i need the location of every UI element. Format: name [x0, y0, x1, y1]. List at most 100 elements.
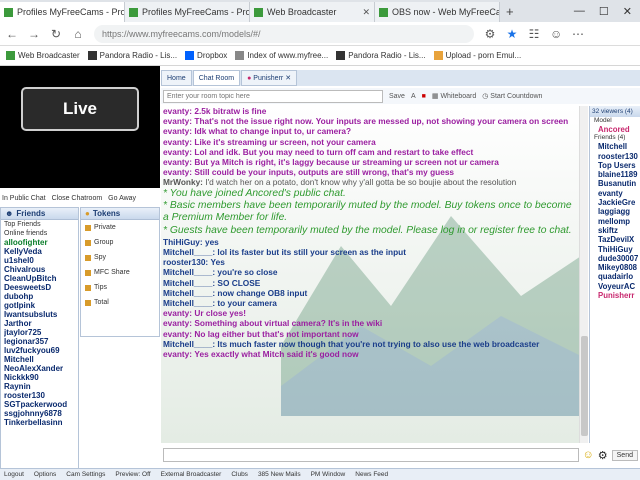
friend-item[interactable]: KellyVeda	[4, 247, 78, 256]
chat-username[interactable]: Mitchell____:	[163, 247, 215, 257]
close-icon[interactable]: ✕	[358, 7, 370, 18]
chat-username[interactable]: Mitchell____:	[163, 288, 215, 298]
friend-item[interactable]: dubohp	[4, 292, 78, 301]
menu-icon[interactable]: ⋯	[572, 27, 584, 41]
extension-icon[interactable]: ⚙	[484, 27, 496, 41]
friends-group-top[interactable]: Top Friends	[4, 220, 78, 229]
friend-item[interactable]: Mitchell	[4, 355, 78, 364]
chat-message-input[interactable]	[163, 448, 579, 462]
chat-username[interactable]: evanty:	[163, 167, 192, 177]
friend-item[interactable]: CleanUpBitch	[4, 274, 78, 283]
friend-item[interactable]: Iwantsubsluts	[4, 310, 78, 319]
new-tab-icon[interactable]: +	[506, 4, 514, 19]
friend-item[interactable]: Nickkk90	[4, 373, 78, 382]
friend-item[interactable]: DeesweetsD	[4, 283, 78, 292]
chat-scrollbar[interactable]	[579, 106, 588, 443]
chat-username[interactable]: evanty:	[163, 318, 192, 328]
reload-icon[interactable]: ↻	[50, 27, 62, 41]
friend-item[interactable]: ssgjohnny6878	[4, 409, 78, 418]
browser-tab-2[interactable]: Profiles MyFreeCams - Profile for✕	[125, 2, 250, 22]
chat-username[interactable]: evanty:	[163, 157, 192, 167]
url-field[interactable]: https://www.myfreecams.com/models/#/	[94, 24, 474, 43]
chat-username[interactable]: evanty:	[163, 349, 192, 359]
friend-item[interactable]: rooster130	[4, 391, 78, 400]
save-topic-button[interactable]: Save	[389, 93, 405, 100]
color-icon[interactable]: ■	[422, 93, 426, 100]
close-window-icon[interactable]: ✕	[623, 5, 632, 18]
chat-username[interactable]: evanty:	[163, 106, 192, 116]
friend-item[interactable]: alloofighter	[4, 238, 78, 247]
viewer-item[interactable]: quadairlo	[590, 272, 640, 281]
footer-item[interactable]: Cam Settings	[66, 471, 105, 478]
friend-item[interactable]: u1shel0	[4, 256, 78, 265]
friend-item[interactable]: Raynin	[4, 382, 78, 391]
footer-item[interactable]: PM Window	[311, 471, 346, 478]
bookmark-item[interactable]: Upload - porn Emul...	[433, 51, 521, 60]
browser-tab-1[interactable]: Profiles MyFreeCams - Profile for✕	[0, 2, 125, 22]
footer-item[interactable]: Logout	[4, 471, 24, 478]
friend-item[interactable]: NeoAlexXander	[4, 364, 78, 373]
viewer-item[interactable]: blaine1189	[590, 170, 640, 179]
browser-tab-4[interactable]: OBS now - Web MyFreeCams.c...✕	[375, 2, 500, 22]
tab-punisherr[interactable]: ● Punisherr ✕	[241, 70, 298, 86]
profile-icon[interactable]: ☺	[550, 27, 562, 41]
chat-username[interactable]: rooster130:	[163, 257, 208, 267]
friend-item[interactable]: Jarthor	[4, 319, 78, 328]
footer-item[interactable]: 385 New Mails	[258, 471, 301, 478]
room-topic-input[interactable]	[163, 89, 383, 103]
viewer-punisherr[interactable]: Punisherr	[590, 291, 640, 300]
chat-username[interactable]: MrWonky:	[163, 177, 203, 187]
emoji-icon[interactable]: ☺	[583, 449, 594, 461]
send-button[interactable]: Send	[611, 449, 638, 461]
footer-item[interactable]: News Feed	[355, 471, 388, 478]
start-countdown-button[interactable]: ◷ Start Countdown	[482, 92, 542, 100]
viewer-item[interactable]: rooster130	[590, 152, 640, 161]
viewer-item[interactable]: JackieGre	[590, 198, 640, 207]
tab-home[interactable]: Home	[161, 70, 192, 86]
friend-item[interactable]: SGTpackerwood	[4, 400, 78, 409]
viewer-item[interactable]: Busanutin	[590, 179, 640, 188]
settings-icon[interactable]: ⚙	[598, 449, 608, 462]
back-icon[interactable]: ←	[6, 27, 18, 41]
footer-item[interactable]: External Broadcaster	[161, 471, 222, 478]
footer-item[interactable]: Options	[34, 471, 56, 478]
friend-item[interactable]: jtaylor725	[4, 328, 78, 337]
viewer-item[interactable]: ThiHiGuy	[590, 245, 640, 254]
bookmark-item[interactable]: Web Broadcaster	[6, 51, 80, 60]
bookmark-item[interactable]: Dropbox	[185, 51, 227, 60]
bookmark-item[interactable]: Index of www.myfree...	[235, 51, 328, 60]
chat-username[interactable]: evanty:	[163, 137, 192, 147]
chat-username[interactable]: evanty:	[163, 116, 192, 126]
viewer-item[interactable]: mellomp	[590, 217, 640, 226]
model-name[interactable]: Ancored	[590, 125, 640, 134]
viewer-item[interactable]: skiftz	[590, 226, 640, 235]
chat-username[interactable]: ThiHiGuy:	[163, 237, 203, 247]
go-away-link[interactable]: Go Away	[108, 195, 136, 202]
whiteboard-button[interactable]: ▦ Whiteboard	[432, 92, 476, 100]
chat-username[interactable]: evanty:	[163, 308, 192, 318]
home-icon[interactable]: ⌂	[72, 27, 84, 41]
footer-item[interactable]: Preview: Off	[115, 471, 150, 478]
favorite-star-icon[interactable]: ★	[506, 27, 518, 41]
friend-item[interactable]: legionar357	[4, 337, 78, 346]
friend-item[interactable]: gotlpink	[4, 301, 78, 310]
viewer-item[interactable]: dude30007	[590, 254, 640, 263]
viewer-item[interactable]: laggiagg	[590, 207, 640, 216]
live-button[interactable]: Live	[21, 87, 139, 131]
friend-item[interactable]: luv2fuckyou69	[4, 346, 78, 355]
font-icon[interactable]: A	[411, 93, 416, 100]
friend-item[interactable]: Chivalrous	[4, 265, 78, 274]
close-icon[interactable]: ✕	[285, 74, 291, 82]
forward-icon[interactable]: →	[28, 27, 40, 41]
chat-username[interactable]: evanty:	[163, 126, 192, 136]
friends-group-online[interactable]: Online friends	[4, 229, 78, 238]
browser-tab-3[interactable]: Web Broadcaster ✕	[250, 2, 375, 22]
viewer-item[interactable]: evanty	[590, 189, 640, 198]
footer-item[interactable]: Clubs	[231, 471, 248, 478]
viewer-item[interactable]: Mitchell	[590, 142, 640, 151]
scroll-thumb[interactable]	[581, 336, 588, 436]
collections-icon[interactable]: ☷	[528, 27, 540, 41]
public-chat-link[interactable]: In Public Chat	[2, 195, 46, 202]
bookmark-item[interactable]: Pandora Radio - Lis...	[87, 51, 177, 60]
chat-username[interactable]: evanty:	[163, 329, 192, 339]
